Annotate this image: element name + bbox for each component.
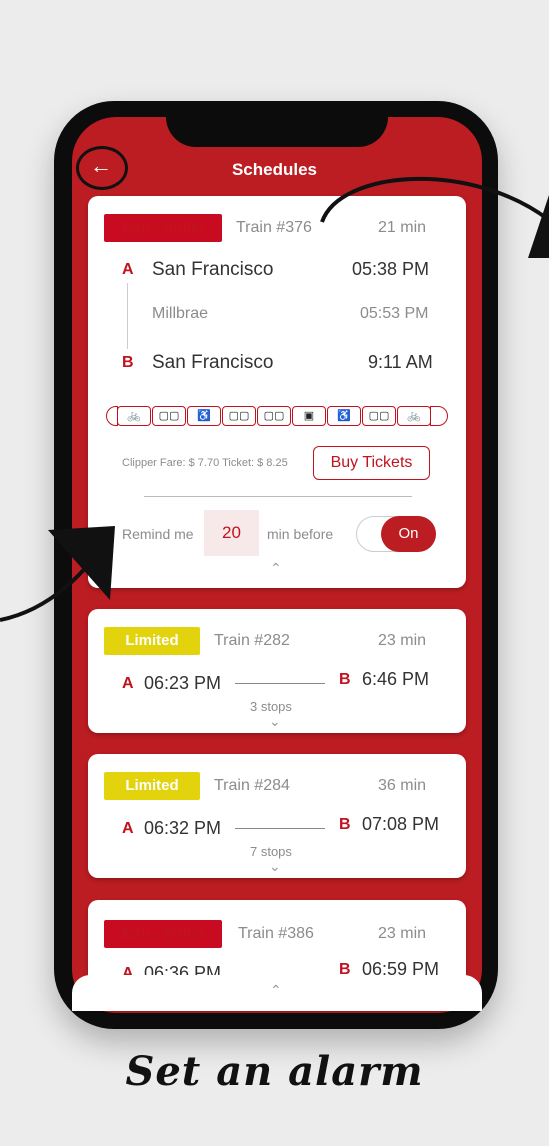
left-arrow-head [48,526,115,600]
caption: Set an alarm [125,1048,424,1095]
right-arrow-head [528,195,549,258]
annotation-arrows [0,176,549,622]
right-arrow-curve [320,176,549,223]
